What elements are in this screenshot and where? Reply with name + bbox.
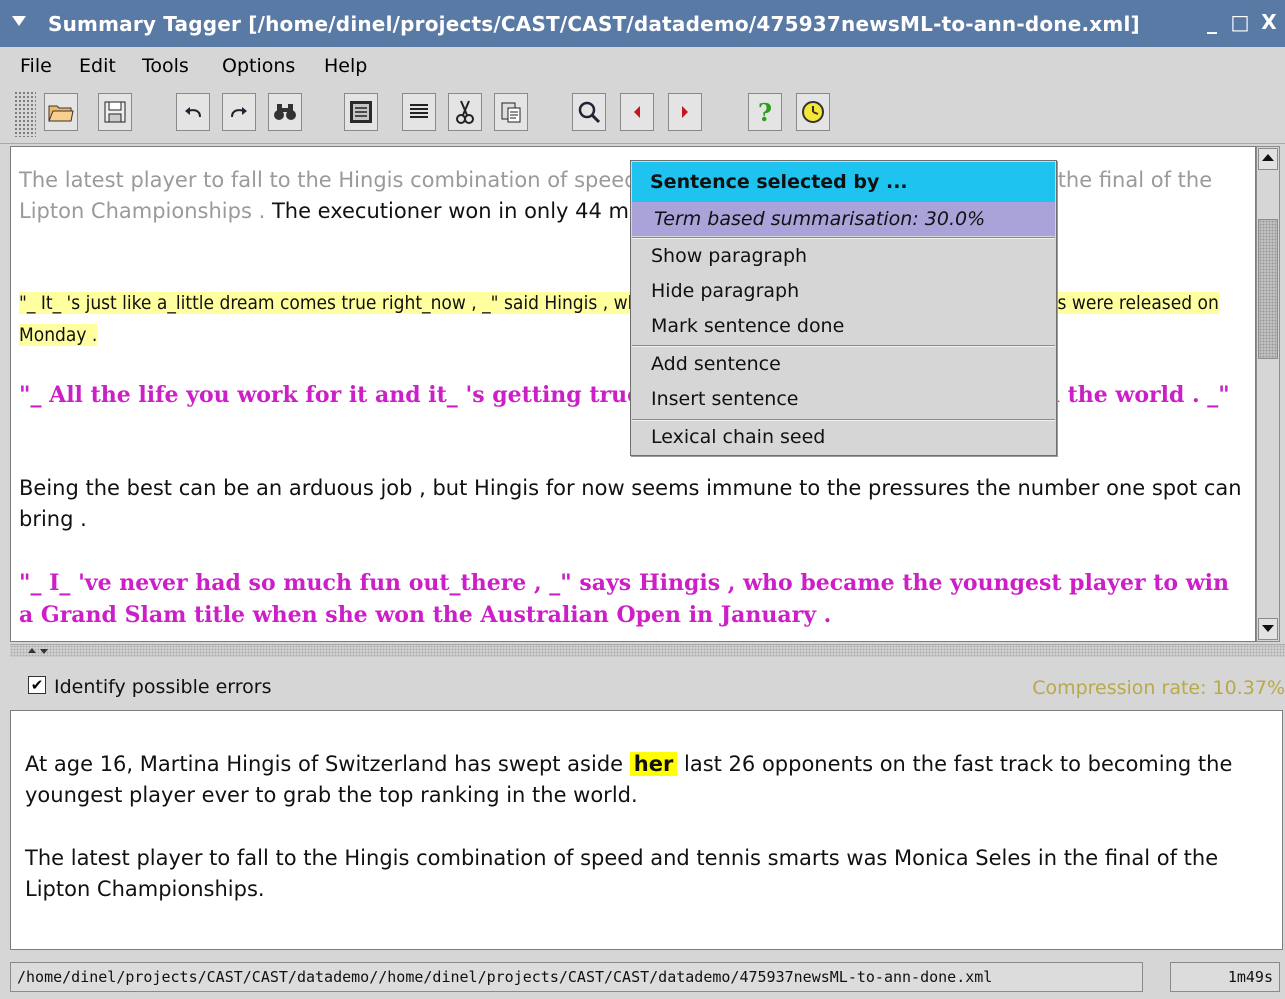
error-highlight[interactable]: her [629,752,678,776]
close-button[interactable]: X [1257,10,1281,34]
context-menu: Sentence selected by ... Term based summ… [630,160,1057,456]
compression-rate: Compression rate: 10.37% [1032,677,1285,699]
editor-scrollbar[interactable] [1256,146,1280,642]
paragraph-5[interactable]: "_ I_ 've never had so much fun out_ther… [19,567,1249,631]
menu-item-insert-sentence[interactable]: Insert sentence [651,388,798,410]
scroll-down-button[interactable] [1258,618,1278,640]
menu-item-hide-paragraph[interactable]: Hide paragraph [651,280,799,302]
summary-sentence-1[interactable]: At age 16, Martina Hingis of Switzerland… [25,749,1275,811]
menu-item-add-sentence[interactable]: Add sentence [651,353,781,375]
identify-errors-checkbox[interactable]: ✔ [28,676,46,694]
previous-arrow-icon[interactable] [620,93,654,131]
menu-separator [632,345,1055,347]
options-row: ✔ Identify possible errors Compression r… [10,668,1285,708]
menu-item-lexical-chain-seed[interactable]: Lexical chain seed [651,426,825,448]
help-glyph: ? [757,97,773,127]
menu-bar: File Edit Tools Options Help [0,47,1285,85]
context-menu-header: Sentence selected by ... [632,162,1055,202]
identify-errors-label[interactable]: Identify possible errors [54,676,272,698]
find-binoculars-icon[interactable] [268,93,302,131]
minimize-button[interactable]: _ [1200,10,1224,34]
menu-options[interactable]: Options [222,55,295,77]
menu-tools[interactable]: Tools [142,55,189,77]
paste-icon[interactable] [494,93,528,131]
menu-help[interactable]: Help [324,55,367,77]
context-menu-method: Term based summarisation: 30.0% [632,202,1055,236]
toolbar: ? [0,85,1285,144]
next-arrow-icon[interactable] [668,93,702,131]
menu-separator [632,419,1055,421]
zoom-search-icon[interactable] [572,93,606,131]
status-path: /home/dinel/projects/CAST/CAST/datademo/… [10,962,1143,992]
cut-icon[interactable] [448,93,482,131]
paragraph-4[interactable]: Being the best can be an arduous job , b… [19,473,1249,535]
window-title: Summary Tagger [/home/dinel/projects/CAS… [48,12,1140,36]
menu-file[interactable]: File [20,55,52,77]
menu-edit[interactable]: Edit [79,55,116,77]
align-text-icon[interactable] [402,93,436,131]
maximize-button[interactable]: □ [1228,10,1252,34]
summary-sentence-2[interactable]: The latest player to fall to the Hingis … [25,843,1275,905]
expand-down-icon[interactable] [40,649,48,654]
title-bar: Summary Tagger [/home/dinel/projects/CAS… [0,0,1285,47]
menu-item-show-paragraph[interactable]: Show paragraph [651,245,807,267]
status-elapsed-time: 1m49s [1170,962,1280,992]
undo-icon[interactable] [176,93,210,131]
toolbar-grip[interactable] [14,91,36,137]
summary-view-icon[interactable] [344,93,378,131]
open-folder-icon[interactable] [44,93,78,131]
menu-separator [632,237,1055,239]
save-icon[interactable] [98,93,132,131]
timer-icon[interactable] [796,93,830,131]
expand-up-icon[interactable] [28,648,36,653]
scroll-thumb[interactable] [1258,219,1278,359]
split-pane-divider[interactable] [10,644,1285,657]
menu-item-mark-sentence-done[interactable]: Mark sentence done [651,315,844,337]
redo-icon[interactable] [222,93,256,131]
window-menu-icon[interactable] [12,16,26,26]
scroll-up-button[interactable] [1258,148,1278,170]
help-icon[interactable]: ? [748,93,782,131]
summary-panel[interactable]: At age 16, Martina Hingis of Switzerland… [10,710,1283,950]
summary-text: At age 16, Martina Hingis of Switzerland… [25,752,630,776]
